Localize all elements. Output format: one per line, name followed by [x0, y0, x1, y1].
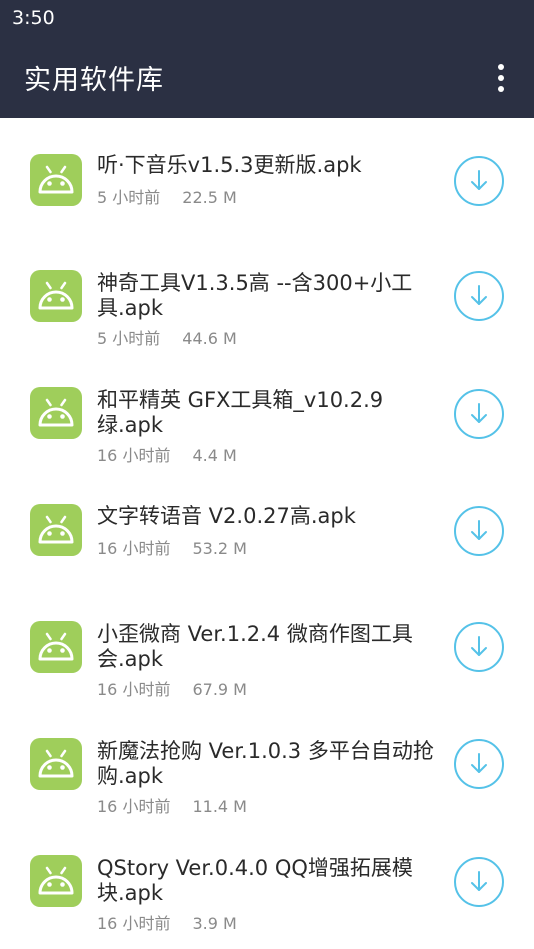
download-icon [471, 636, 487, 656]
status-bar-time: 3:50 [12, 7, 55, 29]
file-meta: 16 小时前 3.9 M [97, 910, 237, 934]
file-size: 67.9 M [192, 680, 247, 699]
android-icon [30, 270, 82, 322]
file-meta: 16 小时前 4.4 M [97, 442, 237, 466]
list-item[interactable]: 新魔法抢购 Ver.1.0.3 多平台自动抢购.apk 16 小时前 11.4 M [0, 703, 534, 820]
file-meta: 5 小时前 44.6 M [97, 325, 237, 349]
file-size: 3.9 M [192, 914, 237, 933]
file-time: 16 小时前 [97, 680, 171, 699]
android-icon [30, 154, 82, 206]
android-icon [30, 738, 82, 790]
more-options-icon[interactable] [486, 62, 516, 94]
file-size: 11.4 M [192, 797, 247, 816]
download-icon [471, 285, 487, 305]
file-size: 53.2 M [192, 539, 247, 558]
file-time: 16 小时前 [97, 539, 171, 558]
file-time: 16 小时前 [97, 446, 171, 465]
download-button[interactable] [454, 622, 504, 672]
android-icon [30, 504, 82, 556]
download-button[interactable] [454, 857, 504, 907]
download-button[interactable] [454, 156, 504, 206]
download-icon [471, 403, 487, 423]
download-icon [471, 753, 487, 773]
file-name: 文字转语音 V2.0.27高.apk [97, 504, 356, 528]
file-meta: 16 小时前 67.9 M [97, 676, 247, 700]
file-size: 4.4 M [192, 446, 237, 465]
file-name: 小歪微商 Ver.1.2.4 微商作图工具会.apk [97, 622, 413, 671]
list-item[interactable]: 听·下音乐v1.5.3更新版.apk 5 小时前 22.5 M [0, 118, 534, 235]
download-button[interactable] [454, 506, 504, 556]
file-name: 神奇工具V1.3.5高 --含300+小工具.apk [97, 271, 413, 320]
file-time: 16 小时前 [97, 914, 171, 933]
file-size: 44.6 M [182, 329, 237, 348]
file-name: QStory Ver.0.4.0 QQ增强拓展模块.apk [97, 856, 413, 905]
download-button[interactable] [454, 271, 504, 321]
download-button[interactable] [454, 389, 504, 439]
app-bar: 3:50 实用软件库 [0, 0, 534, 118]
file-time: 5 小时前 [97, 329, 161, 348]
file-meta: 5 小时前 22.5 M [97, 184, 237, 208]
download-icon [471, 520, 487, 540]
file-meta: 16 小时前 11.4 M [97, 793, 247, 817]
list-item[interactable]: 神奇工具V1.3.5高 --含300+小工具.apk 5 小时前 44.6 M [0, 235, 534, 352]
file-time: 16 小时前 [97, 797, 171, 816]
file-meta: 16 小时前 53.2 M [97, 535, 247, 559]
android-icon [30, 855, 82, 907]
list-item[interactable]: 小歪微商 Ver.1.2.4 微商作图工具会.apk 16 小时前 67.9 M [0, 586, 534, 703]
download-icon [471, 871, 487, 891]
list-item[interactable]: QStory Ver.0.4.0 QQ增强拓展模块.apk 16 小时前 3.9 … [0, 820, 534, 937]
android-icon [30, 621, 82, 673]
page-title: 实用软件库 [24, 65, 164, 96]
download-button[interactable] [454, 739, 504, 789]
download-icon [471, 170, 487, 190]
android-icon [30, 387, 82, 439]
file-time: 5 小时前 [97, 188, 161, 207]
file-size: 22.5 M [182, 188, 237, 207]
list-item[interactable]: 和平精英 GFX工具箱_v10.2.9绿.apk 16 小时前 4.4 M [0, 352, 534, 469]
file-name: 新魔法抢购 Ver.1.0.3 多平台自动抢购.apk [97, 739, 434, 788]
file-name: 听·下音乐v1.5.3更新版.apk [97, 153, 362, 177]
file-name: 和平精英 GFX工具箱_v10.2.9绿.apk [97, 388, 384, 437]
list-item[interactable]: 文字转语音 V2.0.27高.apk 16 小时前 53.2 M [0, 469, 534, 586]
